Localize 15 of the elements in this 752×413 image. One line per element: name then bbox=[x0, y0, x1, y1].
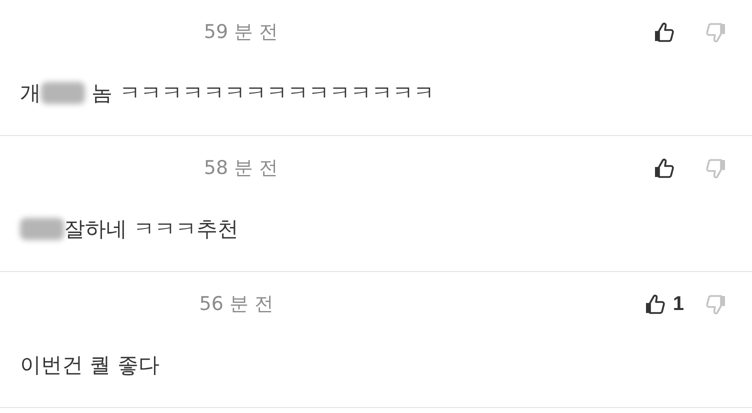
thumbs-up-icon[interactable] bbox=[652, 156, 676, 180]
comment-text: 이번건 퀄 좋다 bbox=[20, 352, 160, 379]
comment-text: 개 bbox=[20, 80, 41, 107]
thumbs-down-icon[interactable] bbox=[704, 156, 728, 180]
thumbs-down-icon[interactable] bbox=[704, 292, 728, 316]
comment-time: 56 분 전 bbox=[199, 293, 274, 315]
blurred-text-mark bbox=[41, 82, 85, 104]
comment-text: 잘하네 ㅋㅋㅋ추천 bbox=[64, 216, 239, 243]
comment-text: 놈 ㅋㅋㅋㅋㅋㅋㅋㅋㅋㅋㅋㅋㅋㅋㅋ bbox=[90, 80, 434, 107]
comment-time: 58 분 전 bbox=[204, 157, 278, 179]
comment-time: 59 분 전 bbox=[204, 21, 278, 43]
thumbs-down-icon[interactable] bbox=[704, 20, 728, 44]
like-count: 1 bbox=[672, 292, 684, 316]
thumbs-up-icon[interactable] bbox=[652, 20, 676, 44]
blurred-text-mark bbox=[20, 218, 64, 240]
